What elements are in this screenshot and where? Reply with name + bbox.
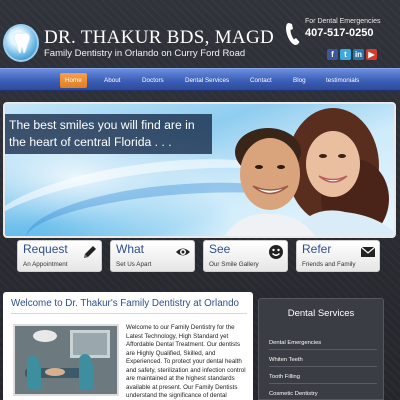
eye-icon [176,248,190,256]
sidebar-title: Dental Services [287,308,355,319]
sidebar-item-tooth-filling[interactable]: Tooth Filling [269,374,377,384]
twitter-icon[interactable]: t [340,49,351,60]
facebook-icon[interactable]: f [327,49,338,60]
feature-title: See [209,242,231,256]
dental-services-sidebar: Dental Services Dental Emergencies White… [258,298,384,400]
feature-title: Refer [302,242,332,256]
social-links: f t in ▶ [327,49,377,60]
welcome-heading: Welcome to Dr. Thakur's Family Dentistry… [11,298,239,309]
main-content: Welcome to Dr. Thakur's Family Dentistry… [3,292,253,400]
dental-office-photo [13,324,119,396]
hero-caption-line: the heart of central Florida . . . [9,135,172,149]
feature-what-sets-us-apart[interactable]: What Set Us Apart [110,240,195,272]
nav-item-home[interactable]: Home [60,73,87,88]
nav-item-blog[interactable]: Blog [288,73,311,88]
sidebar-item-cosmetic-dentistry[interactable]: Cosmetic Dentistry [269,391,377,400]
feature-request-appointment[interactable]: Request An Appointment [17,240,102,272]
feature-subtitle: Friends and Family [302,261,356,268]
envelope-icon [360,246,376,257]
youtube-icon[interactable]: ▶ [366,49,377,60]
hero-banner: The best smiles you will find are in the… [3,102,396,238]
heading-divider [11,313,247,314]
feature-subtitle: Set Us Apart [116,261,152,268]
smiley-icon [269,245,283,259]
site-subtitle: Family Dentistry in Orlando on Curry For… [44,48,246,59]
hero-caption: The best smiles you will find are in the… [5,114,212,154]
nav-item-testimonials[interactable]: testimonials [321,73,364,88]
nav-item-about[interactable]: About [99,73,125,88]
emergency-phone[interactable]: 407-517-0250 [305,27,374,39]
emergency-label: For Dental Emergencies [305,18,381,25]
linkedin-icon[interactable]: in [353,49,364,60]
pencil-icon [84,246,96,258]
smiling-couple-image [225,108,394,236]
welcome-text: Welcome to our Family Dentistry for the … [126,324,246,399]
tooth-logo-icon[interactable] [3,24,39,62]
nav-item-doctors[interactable]: Doctors [137,73,169,88]
feature-smile-gallery[interactable]: See Our Smile Gallery [203,240,288,272]
feature-refer-friends[interactable]: Refer Friends and Family [296,240,380,272]
sidebar-item-whiten-teeth[interactable]: Whiten Teeth [269,357,377,367]
main-nav: Home About Doctors Dental Services Conta… [0,68,400,91]
phone-icon [286,23,300,45]
feature-subtitle: An Appointment [23,261,68,268]
hero-caption-line: The best smiles you will find are in [9,118,195,132]
sidebar-item-dental-emergencies[interactable]: Dental Emergencies [269,340,377,350]
feature-title: What [116,242,145,256]
nav-item-dental-services[interactable]: Dental Services [180,73,234,88]
site-title[interactable]: DR. THAKUR BDS, MAGD [44,27,274,49]
nav-item-contact[interactable]: Contact [245,73,277,88]
feature-title: Request [23,242,68,256]
site-header: DR. THAKUR BDS, MAGD Family Dentistry in… [0,0,400,66]
feature-subtitle: Our Smile Gallery [209,261,259,268]
